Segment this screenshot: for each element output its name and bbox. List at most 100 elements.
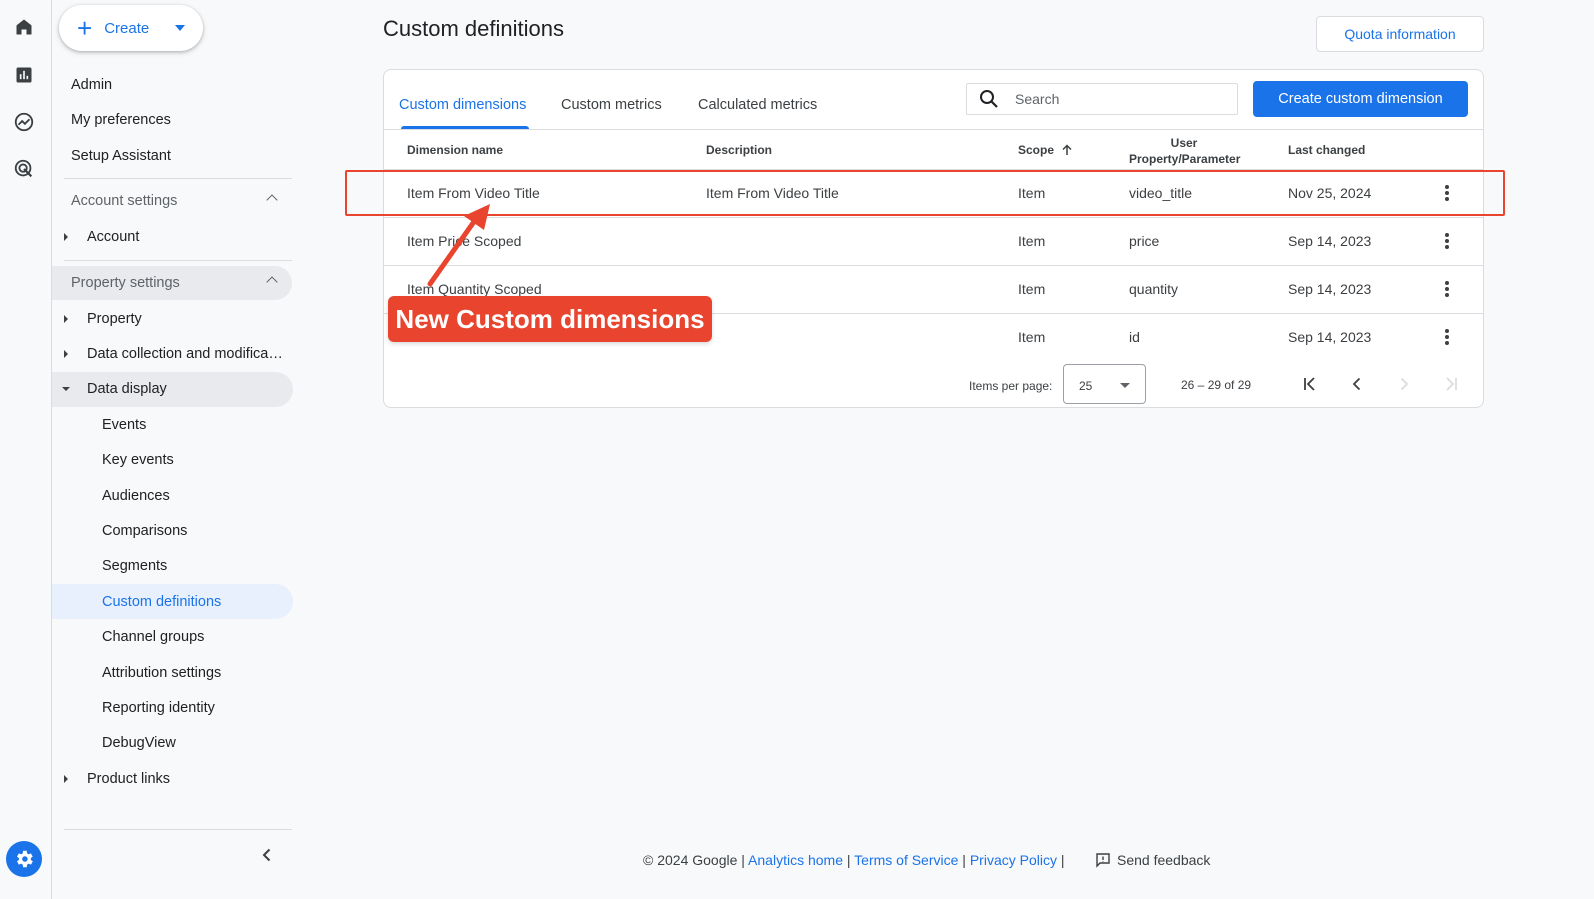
table-row[interactable]: Item Price Scoped Item price Sep 14, 202… (384, 217, 1483, 265)
more-options-icon[interactable] (1442, 278, 1452, 300)
dimension-name-cell: Item From Video Title (407, 185, 540, 201)
dimension-name-cell: Item Price Scoped (407, 233, 522, 249)
items-per-page-label: Items per page: (969, 379, 1053, 393)
divider (64, 178, 292, 179)
nav-reporting-identity[interactable]: Reporting identity (102, 700, 215, 716)
plus-icon: + (77, 13, 93, 43)
more-options-icon[interactable] (1442, 182, 1452, 204)
last-changed-cell: Sep 14, 2023 (1288, 233, 1372, 249)
scope-label: Scope (1018, 143, 1055, 157)
scope-cell: Item (1018, 233, 1046, 249)
column-header-user-property[interactable]: User Property/Parameter (1129, 135, 1240, 167)
custom-definitions-card: Custom dimensions Custom metrics Calcula… (383, 69, 1484, 408)
tab-calculated-metrics[interactable]: Calculated metrics (698, 97, 817, 113)
admin-sidebar: + Create Admin My preferences Setup Assi… (52, 0, 302, 899)
collapse-arrow-icon[interactable] (62, 387, 70, 391)
nav-data-collection[interactable]: Data collection and modifica… (87, 346, 283, 362)
nav-attribution-settings[interactable]: Attribution settings (102, 665, 221, 681)
previous-page-icon[interactable] (1347, 374, 1367, 394)
last-changed-cell: Sep 14, 2023 (1288, 329, 1372, 345)
items-per-page-value: 25 (1079, 379, 1093, 393)
chevron-up-icon (266, 194, 278, 206)
expand-arrow-icon[interactable] (64, 775, 68, 783)
footer-link-terms[interactable]: Terms of Service (854, 852, 958, 868)
nav-account[interactable]: Account (87, 229, 139, 245)
send-feedback-button[interactable]: Send feedback (1095, 852, 1210, 868)
next-page-icon[interactable] (1394, 374, 1414, 394)
parameter-cell: quantity (1129, 281, 1179, 297)
tab-custom-metrics[interactable]: Custom metrics (561, 97, 662, 113)
nav-custom-definitions[interactable]: Custom definitions (102, 594, 221, 610)
create-label: Create (104, 19, 150, 37)
scope-cell: Item (1018, 185, 1046, 201)
first-page-icon[interactable] (1300, 374, 1320, 394)
parameter-cell: price (1129, 233, 1160, 249)
column-header-scope[interactable]: Scope (1018, 143, 1073, 157)
feedback-icon (1096, 853, 1110, 868)
nav-events[interactable]: Events (102, 417, 146, 433)
nav-property[interactable]: Property (87, 311, 142, 327)
footer-copyright: © 2024 Google (643, 852, 738, 868)
annotation-callout: New Custom dimensions (388, 296, 712, 342)
more-options-icon[interactable] (1442, 230, 1452, 252)
column-header-description[interactable]: Description (706, 143, 772, 157)
nav-comparisons[interactable]: Comparisons (102, 523, 187, 539)
parameter-cell: id (1129, 329, 1140, 345)
divider (64, 829, 292, 830)
nav-segments[interactable]: Segments (102, 558, 167, 574)
expand-arrow-icon[interactable] (64, 315, 68, 323)
last-changed-cell: Sep 14, 2023 (1288, 281, 1372, 297)
collapse-sidebar-icon[interactable] (258, 846, 276, 864)
nav-debugview[interactable]: DebugView (102, 735, 176, 751)
chevron-up-icon (266, 276, 278, 288)
items-per-page-select[interactable]: 25 (1063, 364, 1146, 404)
column-header-last-changed[interactable]: Last changed (1288, 143, 1365, 157)
dimension-name-cell: Item Quantity Scoped (407, 281, 542, 297)
column-header-dimension-name[interactable]: Dimension name (407, 143, 503, 157)
tab-custom-dimensions[interactable]: Custom dimensions (399, 97, 526, 113)
description-cell: Item From Video Title (706, 185, 839, 201)
footer: © 2024 Google | Analytics home | Terms o… (643, 852, 1065, 868)
search-input[interactable] (1015, 84, 1230, 114)
advertising-icon[interactable] (12, 157, 36, 181)
last-page-icon[interactable] (1441, 374, 1461, 394)
caret-down-icon (175, 25, 185, 31)
parameter-cell: video_title (1129, 185, 1193, 201)
nav-audiences[interactable]: Audiences (102, 488, 170, 504)
nav-product-links[interactable]: Product links (87, 771, 170, 787)
property-settings-label: Property settings (71, 275, 180, 291)
nav-data-display[interactable]: Data display (87, 381, 167, 397)
table-row[interactable]: Item From Video Title Item From Video Ti… (384, 169, 1483, 217)
tabs-divider (384, 129, 1483, 130)
last-changed-cell: Nov 25, 2024 (1288, 185, 1372, 201)
search-box (966, 83, 1238, 115)
search-icon (979, 89, 999, 109)
nav-setup-assistant[interactable]: Setup Assistant (71, 148, 171, 164)
scope-cell: Item (1018, 281, 1046, 297)
account-settings-header[interactable]: Account settings (52, 184, 292, 218)
divider (64, 260, 292, 261)
nav-channel-groups[interactable]: Channel groups (102, 629, 204, 645)
caret-down-icon (1120, 383, 1130, 388)
explore-icon[interactable] (12, 110, 36, 134)
nav-my-preferences[interactable]: My preferences (71, 112, 171, 128)
account-settings-label: Account settings (71, 193, 178, 209)
property-settings-header[interactable]: Property settings (52, 266, 292, 300)
scope-cell: Item (1018, 329, 1046, 345)
reports-icon[interactable] (12, 63, 36, 87)
nav-admin[interactable]: Admin (71, 77, 112, 93)
admin-gear-icon[interactable] (6, 841, 42, 877)
footer-link-analytics-home[interactable]: Analytics home (748, 852, 843, 868)
create-button[interactable]: + Create (59, 5, 203, 51)
footer-link-privacy[interactable]: Privacy Policy (970, 852, 1057, 868)
left-rail (0, 0, 52, 899)
sort-ascending-icon (1062, 144, 1072, 155)
nav-key-events[interactable]: Key events (102, 452, 174, 468)
create-custom-dimension-button[interactable]: Create custom dimension (1253, 81, 1468, 117)
more-options-icon[interactable] (1442, 326, 1452, 348)
quota-information-button[interactable]: Quota information (1316, 16, 1484, 52)
expand-arrow-icon[interactable] (64, 233, 68, 241)
home-icon[interactable] (12, 15, 36, 39)
page-title: Custom definitions (383, 16, 564, 41)
expand-arrow-icon[interactable] (64, 350, 68, 358)
